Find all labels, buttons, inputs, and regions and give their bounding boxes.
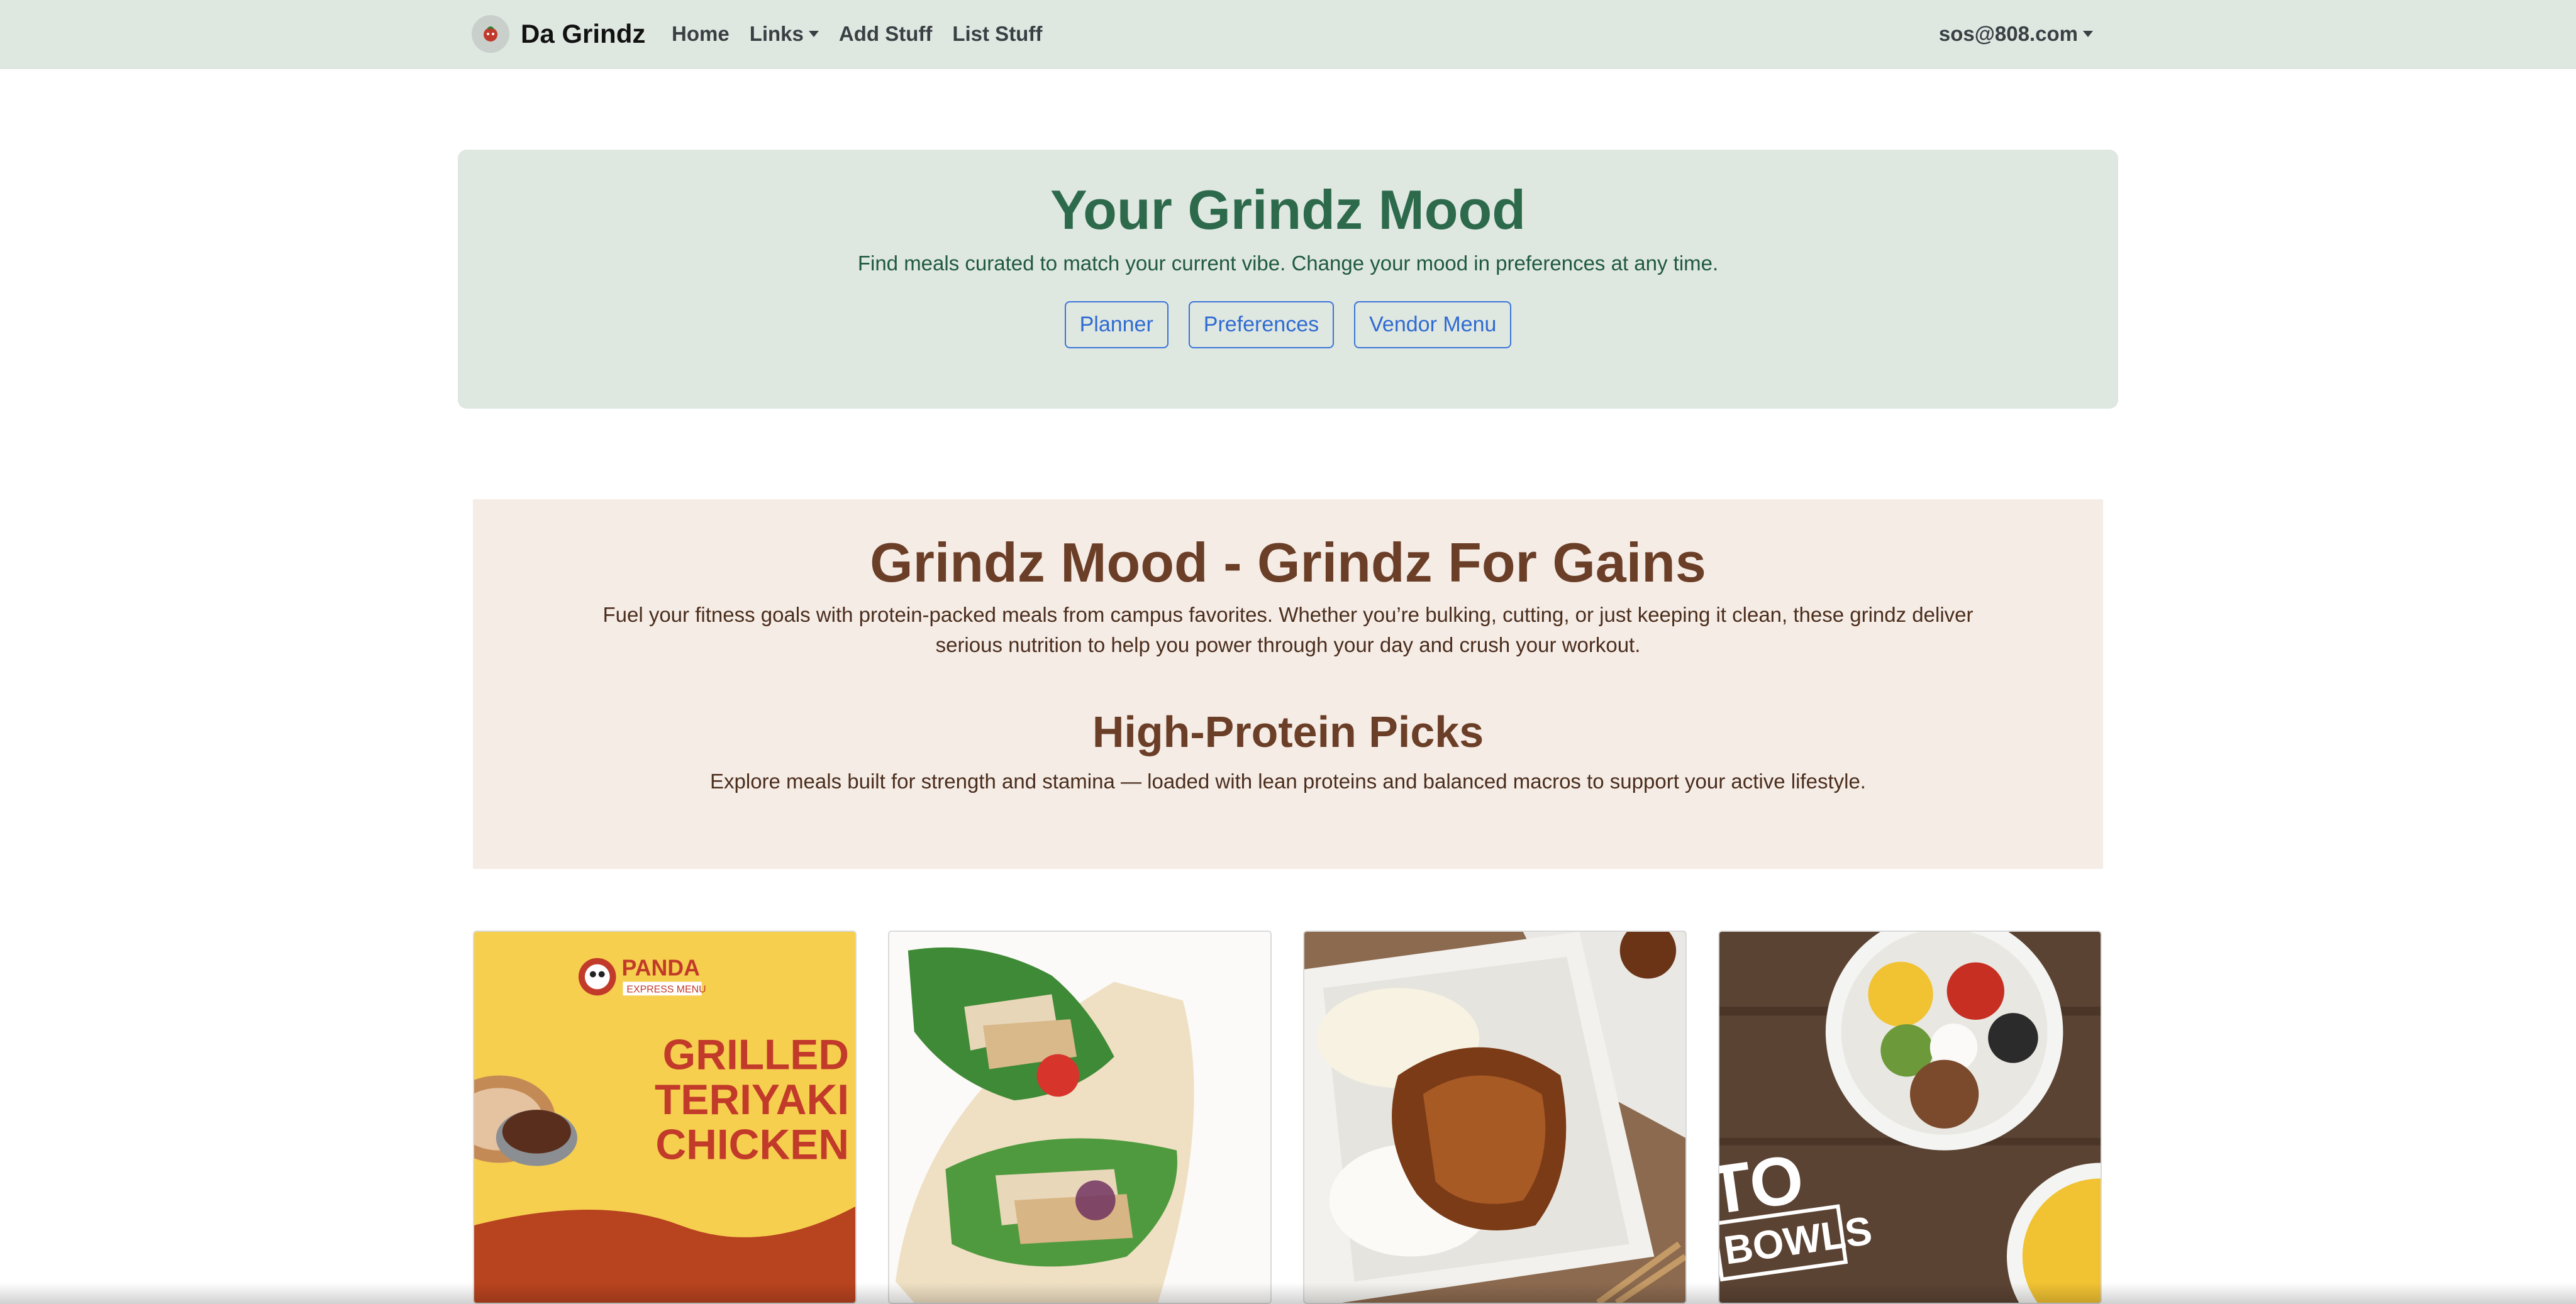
preferences-button[interactable]: Preferences xyxy=(1188,301,1335,348)
planner-button[interactable]: Planner xyxy=(1064,301,1169,348)
promo-line-2: TERIYAKI xyxy=(655,1076,849,1124)
nav-links-dropdown[interactable]: Links xyxy=(750,22,819,46)
gains-description: Fuel your fitness goals with protein-pac… xyxy=(602,603,1974,656)
gains-title: Grindz Mood - Grindz For Gains xyxy=(870,531,1706,594)
mood-title: Your Grindz Mood xyxy=(1050,179,1526,241)
nav-links: Home Links Add Stuff List Stuff xyxy=(672,14,1062,54)
meal-card-plate[interactable] xyxy=(1303,931,1687,1304)
vendor-menu-button[interactable]: Vendor Menu xyxy=(1354,301,1512,348)
mood-buttons: Planner Preferences Vendor Menu xyxy=(458,301,2118,348)
chevron-down-icon xyxy=(808,31,819,37)
mood-banner: Your Grindz Mood Find meals curated to m… xyxy=(458,150,2118,409)
panda-sub-text: EXPRESS MENU xyxy=(626,984,706,995)
nav-links-label: Links xyxy=(749,22,804,45)
promo-line-3: CHICKEN xyxy=(655,1122,849,1169)
meal-card-wrap[interactable] xyxy=(888,931,1272,1304)
nav-add-stuff-link[interactable]: Add Stuff xyxy=(839,22,932,46)
chevron-down-icon xyxy=(2083,31,2093,37)
brand-link[interactable]: Da Grindz xyxy=(472,14,645,54)
brand-name: Da Grindz xyxy=(521,19,646,48)
meal-card-panda[interactable]: PANDA EXPRESS MENU GRILLED TERIYAKI CHIC… xyxy=(473,931,857,1304)
panda-express-teriyaki-chicken-photo: PANDA EXPRESS MENU GRILLED TERIYAKI CHIC… xyxy=(474,932,855,1303)
navbar: Da Grindz Home Links Add Stuff List Stuf… xyxy=(0,0,2576,69)
promo-line-1: GRILLED xyxy=(663,1032,849,1079)
meal-card-bowls[interactable]: TO BOWLS xyxy=(1718,931,2102,1304)
mood-subtitle: Find meals curated to match your current… xyxy=(857,251,1719,275)
nav-list-stuff-link[interactable]: List Stuff xyxy=(952,22,1042,46)
panda-brand-text: PANDA xyxy=(621,956,699,981)
nav-home-link[interactable]: Home xyxy=(672,22,730,46)
teriyaki-chicken-plate-lunch-photo xyxy=(1304,932,1685,1303)
chili-logo-icon xyxy=(472,15,509,53)
grilled-chicken-wrap-photo xyxy=(889,932,1270,1303)
user-dropdown[interactable]: sos@808.com xyxy=(1939,14,2093,54)
burrito-bowls-photo: TO BOWLS xyxy=(1719,932,2101,1303)
bottom-edge-shadow xyxy=(0,1283,2576,1304)
picks-title: High-Protein Picks xyxy=(1092,707,1484,756)
picks-description: Explore meals built for strength and sta… xyxy=(710,770,1866,793)
user-email: sos@808.com xyxy=(1938,22,2078,45)
gains-section: Grindz Mood - Grindz For Gains Fuel your… xyxy=(473,499,2103,869)
